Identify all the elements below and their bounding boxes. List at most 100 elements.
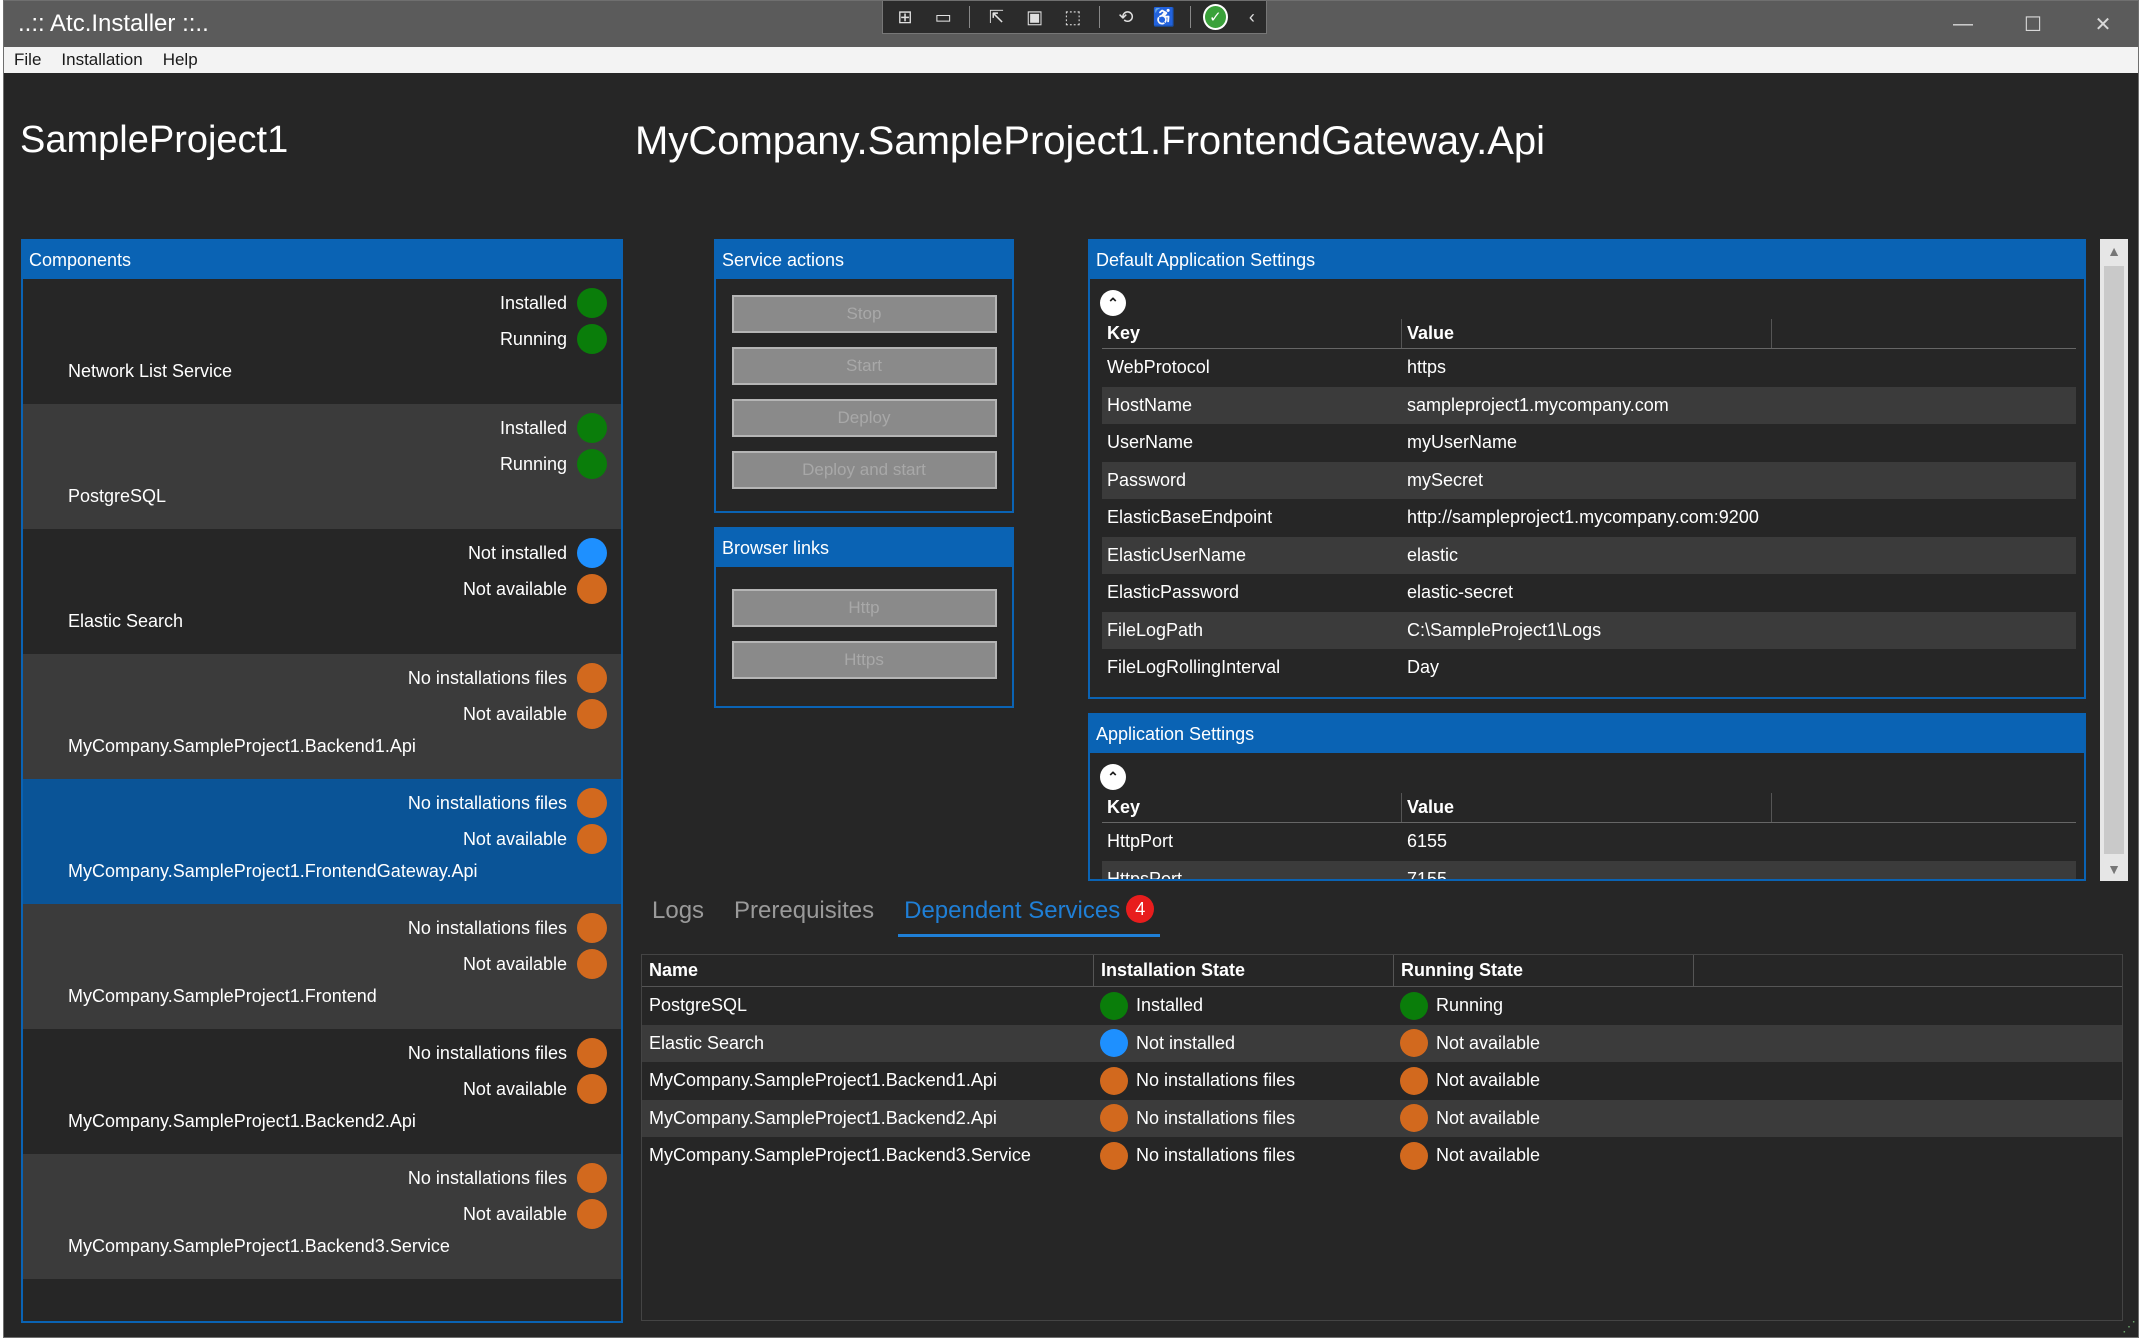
collapse-toolbar-icon[interactable]: ‹ [1238,4,1266,30]
start-button[interactable]: Start [731,347,997,385]
settings-row[interactable]: FileLogPath C:\SampleProject1\Logs [1102,611,2076,649]
menu-bar: File Installation Help [4,47,2138,73]
collapse-icon[interactable]: ⌃ [1100,290,1126,316]
settings-row[interactable]: HttpsPort 7155 [1102,860,2076,881]
install-state-label: No installations files [407,1042,567,1063]
deploy-and-start-button[interactable]: Deploy and start [731,451,997,489]
running-state: Not available [463,1199,607,1229]
table-row[interactable]: MyCompany.SampleProject1.Backend2.Api No … [642,1099,2122,1137]
installation-state-cell: No installations files [1094,1104,1394,1133]
install-state-label: No installations files [1136,1145,1296,1166]
setting-value: 6155 [1407,831,1448,852]
component-item[interactable]: No installations files Not available MyCom… [23,1029,621,1154]
window-title: ..:: Atc.Installer ::.. [18,10,209,37]
install-state-label: No installations files [1136,1070,1296,1091]
settings-row[interactable]: HostName sampleproject1.mycompany.com [1102,386,2076,424]
resize-grip-icon[interactable]: ⋰ [2122,1318,2136,1335]
table-row[interactable]: MyCompany.SampleProject1.Backend3.Servic… [642,1137,2122,1175]
scroll-thumb[interactable] [2104,266,2124,854]
accessibility-icon[interactable]: ♿ [1150,4,1178,30]
installation-state-column-header[interactable]: Installation State [1094,955,1394,986]
running-state-label: Not available [462,953,567,974]
close-button[interactable]: ✕ [2068,1,2138,47]
maximize-button[interactable]: ☐ [1998,1,2068,47]
settings-row[interactable]: ElasticPassword elastic-secret [1102,574,2076,612]
component-name: MyCompany.SampleProject1.FrontendGateway… [68,861,478,881]
default-settings-header: Default Application Settings [1090,241,2084,279]
settings-row[interactable]: WebProtocol https [1102,349,2076,387]
install-state: Installed [500,288,607,318]
install-state-indicator-icon [577,1163,607,1193]
menu-file[interactable]: File [14,50,41,70]
https-link-button[interactable]: Https [731,641,997,679]
display-layout-icon[interactable]: ▣ [1021,4,1049,30]
running-state: Not available [463,574,607,604]
install-state-indicator-icon [577,413,607,443]
install-state-label: Not installed [467,542,567,563]
running-state-indicator-icon [1400,1029,1428,1058]
install-state-indicator-icon [577,538,607,568]
component-name: MyCompany.SampleProject1.Backend1.Api [68,736,416,756]
select-element-icon[interactable]: ⇱ [982,4,1010,30]
bottom-tabs: Logs Prerequisites Dependent Services 4 [646,895,1161,937]
hot-reload-icon[interactable]: ⟲ [1112,4,1140,30]
settings-row[interactable]: Password mySecret [1102,461,2076,499]
menu-help[interactable]: Help [163,50,198,70]
table-row[interactable]: PostgreSQL Installed Running [642,987,2122,1025]
deploy-button[interactable]: Deploy [731,399,997,437]
key-column-header[interactable]: Key [1102,793,1402,822]
scroll-down-icon[interactable]: ▼ [2100,857,2128,881]
table-row[interactable]: Elastic Search Not installed Not available [642,1024,2122,1062]
collapse-icon[interactable]: ⌃ [1100,764,1126,790]
component-item[interactable]: No installations files Not available MyCom… [23,779,621,904]
live-tree-icon[interactable]: ⊞ [891,4,919,30]
tab-logs[interactable]: Logs [646,897,710,937]
menu-installation[interactable]: Installation [61,50,142,70]
component-item[interactable]: No installations files Not available MyCom… [23,904,621,1029]
install-state-indicator-icon [577,288,607,318]
component-item[interactable]: Installed Running PostgreSQL [23,404,621,529]
running-state-cell: Not available [1394,1141,1694,1170]
running-state-indicator-icon [1400,991,1428,1020]
stop-button[interactable]: Stop [731,295,997,333]
preview-selection-icon[interactable]: ⬚ [1059,4,1087,30]
running-state-indicator-icon [577,449,607,479]
http-link-button[interactable]: Http [731,589,997,627]
service-name: PostgreSQL [649,995,748,1016]
service-name: Elastic Search [649,1032,765,1053]
tab-dependent-services[interactable]: Dependent Services 4 [898,895,1161,937]
install-state-indicator-icon [577,663,607,693]
component-item[interactable]: Not installed Not available Elastic Search [23,529,621,654]
scroll-up-icon[interactable]: ▲ [2100,239,2128,263]
debug-toolbar: ⊞ ▭ ⇱ ▣ ⬚ ⟲ ♿ ✓ ‹ [882,1,1267,34]
running-state-column-header[interactable]: Running State [1394,955,1694,986]
key-column-header[interactable]: Key [1102,319,1402,348]
component-item[interactable]: Installed Running Network List Service [23,279,621,404]
setting-key: HttpsPort [1107,868,1183,881]
settings-row[interactable]: HttpPort 6155 [1102,823,2076,861]
setting-value: sampleproject1.mycompany.com [1407,394,1669,415]
install-state: No installations files [408,663,607,693]
value-column-header[interactable]: Value [1402,793,1772,822]
settings-row[interactable]: UserName myUserName [1102,424,2076,462]
component-item[interactable]: No installations files Not available MyCom… [23,654,621,779]
minimize-button[interactable]: — [1928,1,1998,47]
title-bar[interactable]: ..:: Atc.Installer ::.. ⊞ ▭ ⇱ ▣ ⬚ ⟲ ♿ ✓ … [4,1,2138,47]
tab-prerequisites[interactable]: Prerequisites [728,897,880,937]
settings-row[interactable]: ElasticBaseEndpoint http://sampleproject1… [1102,499,2076,537]
running-state: Not available [463,824,607,854]
app-settings-header: Application Settings [1090,715,2084,753]
dependent-services-grid: Name Installation State Running State Po… [641,954,2123,1321]
checkmark-icon[interactable]: ✓ [1203,4,1228,30]
name-column-header[interactable]: Name [642,955,1094,986]
value-column-header[interactable]: Value [1402,319,1772,348]
component-item[interactable]: No installations files Not available MyCom… [23,1154,621,1279]
setting-value: http://sampleproject1.mycompany.com:9200 [1407,507,1759,528]
settings-row[interactable]: FileLogRollingInterval Day [1102,649,2076,687]
table-row[interactable]: MyCompany.SampleProject1.Backend1.Api No … [642,1062,2122,1100]
install-state-indicator-icon [1100,991,1128,1020]
install-state: No installations files [408,1038,607,1068]
settings-scrollbar[interactable]: ▲ ▼ [2100,239,2128,881]
settings-row[interactable]: ElasticUserName elastic [1102,536,2076,574]
record-icon[interactable]: ▭ [929,4,957,30]
